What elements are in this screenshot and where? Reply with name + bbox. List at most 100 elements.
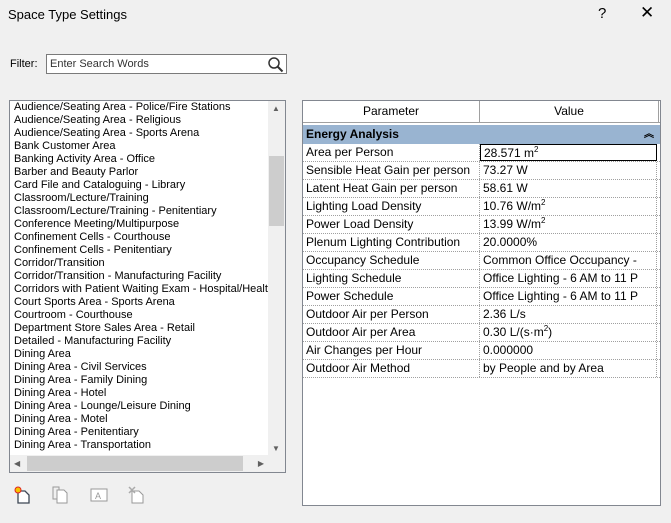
table-row: Sensible Heat Gain per person 73.27 W [303, 162, 660, 180]
new-icon[interactable] [14, 486, 32, 504]
scroll-thumb[interactable] [269, 156, 284, 226]
scroll-up-icon[interactable]: ▲ [272, 104, 280, 113]
value-text: 58.61 W [483, 181, 528, 195]
parameter-name: Latent Heat Gain per person [303, 180, 480, 197]
rename-icon[interactable]: A [90, 486, 108, 504]
list-item[interactable]: Conference Meeting/Multipurpose [10, 218, 285, 231]
parameter-name: Power Load Density [303, 216, 480, 233]
list-item[interactable]: Corridors with Patient Waiting Exam - Ho… [10, 283, 285, 296]
parameter-value[interactable]: 13.99 W/m2 [480, 216, 657, 233]
parameter-value[interactable]: by People and by Area [480, 360, 657, 377]
parameter-value[interactable]: 0.30 L/(s·m2) [480, 324, 657, 341]
value-text: Office Lighting - 6 AM to 11 P [483, 271, 638, 285]
horizontal-scrollbar[interactable]: ◀ ▶ [10, 455, 268, 472]
search-input[interactable] [47, 55, 262, 73]
list-item[interactable]: Court Sports Area - Sports Arena [10, 296, 285, 309]
parameter-name: Outdoor Air per Person [303, 306, 480, 323]
value-text: Common Office Occupancy - [483, 253, 637, 267]
list-item[interactable]: Confinement Cells - Courthouse [10, 231, 285, 244]
list-item[interactable]: Dining Area - Family Dining [10, 374, 285, 387]
value-text: 0.30 L/(s·m [483, 325, 544, 339]
list-item[interactable]: Classroom/Lecture/Training [10, 192, 285, 205]
close-button[interactable]: ✕ [640, 3, 654, 23]
value-text: 2.36 L/s [483, 307, 526, 321]
parameter-name: Area per Person [303, 144, 480, 161]
list-item[interactable]: Confinement Cells - Penitentiary [10, 244, 285, 257]
table-row: Power Load Density 13.99 W/m2 [303, 216, 660, 234]
list-item[interactable]: Dining Area - Hotel [10, 387, 285, 400]
list-items: Audience/Seating Area - Police/Fire Stat… [10, 101, 285, 452]
list-item[interactable]: Corridor/Transition [10, 257, 285, 270]
parameter-value[interactable]: 20.0000% [480, 234, 657, 251]
list-item[interactable]: Audience/Seating Area - Police/Fire Stat… [10, 101, 285, 114]
parameter-value[interactable]: Office Lighting - 6 AM to 11 P [480, 270, 657, 287]
collapse-icon[interactable]: ︽ [644, 125, 654, 144]
parameter-value[interactable]: 58.61 W [480, 180, 657, 197]
value-text: 0.000000 [483, 343, 534, 357]
value-superscript: 2 [534, 145, 539, 154]
parameter-value[interactable]: Office Lighting - 6 AM to 11 P [480, 288, 657, 305]
list-item[interactable]: Detailed - Manufacturing Facility [10, 335, 285, 348]
space-type-list[interactable]: Audience/Seating Area - Police/Fire Stat… [9, 100, 286, 473]
list-item[interactable]: Dining Area - Motel [10, 413, 285, 426]
list-item[interactable]: Dining Area - Civil Services [10, 361, 285, 374]
svg-text:A: A [95, 491, 101, 501]
vertical-scrollbar[interactable]: ▲ ▼ [268, 101, 285, 456]
parameter-value[interactable]: 73.27 W [480, 162, 657, 179]
value-text: Office Lighting - 6 AM to 11 P [483, 289, 638, 303]
delete-icon[interactable] [128, 486, 146, 504]
list-item[interactable]: Corridor/Transition - Manufacturing Faci… [10, 270, 285, 283]
search-icon[interactable] [267, 56, 284, 73]
value-text: 73.27 W [483, 163, 528, 177]
table-header: Parameter Value [303, 101, 660, 123]
list-item[interactable]: Dining Area [10, 348, 285, 361]
parameter-name: Power Schedule [303, 288, 480, 305]
column-header-value[interactable]: Value [480, 101, 659, 122]
list-item[interactable]: Dining Area - Lounge/Leisure Dining [10, 400, 285, 413]
value-text: 20.0000% [483, 235, 538, 249]
table-row: Latent Heat Gain per person 58.61 W [303, 180, 660, 198]
list-item[interactable]: Classroom/Lecture/Training - Penitentiar… [10, 205, 285, 218]
list-item[interactable]: Dining Area - Penitentiary [10, 426, 285, 439]
duplicate-icon[interactable] [52, 486, 70, 504]
list-item[interactable]: Banking Activity Area - Office [10, 153, 285, 166]
list-item[interactable]: Audience/Seating Area - Religious [10, 114, 285, 127]
list-item[interactable]: Courtroom - Courthouse [10, 309, 285, 322]
list-item[interactable]: Card File and Cataloguing - Library [10, 179, 285, 192]
table-row: Power Schedule Office Lighting - 6 AM to … [303, 288, 660, 306]
parameter-value[interactable]: 0.000000 [480, 342, 657, 359]
scroll-thumb-horizontal[interactable] [27, 456, 243, 471]
parameter-value[interactable]: 28.571 m2 [480, 144, 657, 161]
scroll-down-icon[interactable]: ▼ [272, 444, 280, 453]
parameter-name: Outdoor Air Method [303, 360, 480, 377]
list-item[interactable]: Audience/Seating Area - Sports Arena [10, 127, 285, 140]
parameter-value[interactable]: 2.36 L/s [480, 306, 657, 323]
table-row: Outdoor Air per Area 0.30 L/(s·m2) [303, 324, 660, 342]
table-row: Outdoor Air Method by People and by Area [303, 360, 660, 378]
parameter-table: Parameter Value Energy Analysis ︽ Area p… [302, 100, 661, 506]
parameter-name: Occupancy Schedule [303, 252, 480, 269]
help-button[interactable]: ? [598, 5, 606, 22]
scroll-right-icon[interactable]: ▶ [258, 459, 264, 468]
parameter-value[interactable]: Common Office Occupancy - [480, 252, 657, 269]
value-superscript: 2 [541, 216, 546, 225]
parameter-name: Sensible Heat Gain per person [303, 162, 480, 179]
list-item[interactable]: Dining Area - Transportation [10, 439, 285, 452]
parameter-name: Outdoor Air per Area [303, 324, 480, 341]
table-row: Occupancy Schedule Common Office Occupanc… [303, 252, 660, 270]
list-item[interactable]: Barber and Beauty Parlor [10, 166, 285, 179]
parameter-value[interactable]: 10.76 W/m2 [480, 198, 657, 215]
parameter-name: Plenum Lighting Contribution [303, 234, 480, 251]
table-row: Air Changes per Hour 0.000000 [303, 342, 660, 360]
scroll-left-icon[interactable]: ◀ [14, 459, 20, 468]
table-row: Outdoor Air per Person 2.36 L/s [303, 306, 660, 324]
column-header-parameter[interactable]: Parameter [303, 101, 480, 122]
table-row: Area per Person 28.571 m2 [303, 144, 660, 162]
parameter-name: Lighting Schedule [303, 270, 480, 287]
table-rows: Area per Person 28.571 m2 Sensible Heat Ga… [303, 144, 660, 378]
table-row: Lighting Schedule Office Lighting - 6 AM … [303, 270, 660, 288]
list-item[interactable]: Bank Customer Area [10, 140, 285, 153]
value-suffix: ) [548, 325, 553, 339]
list-item[interactable]: Department Store Sales Area - Retail [10, 322, 285, 335]
group-header-energy-analysis[interactable]: Energy Analysis ︽ [303, 125, 660, 144]
